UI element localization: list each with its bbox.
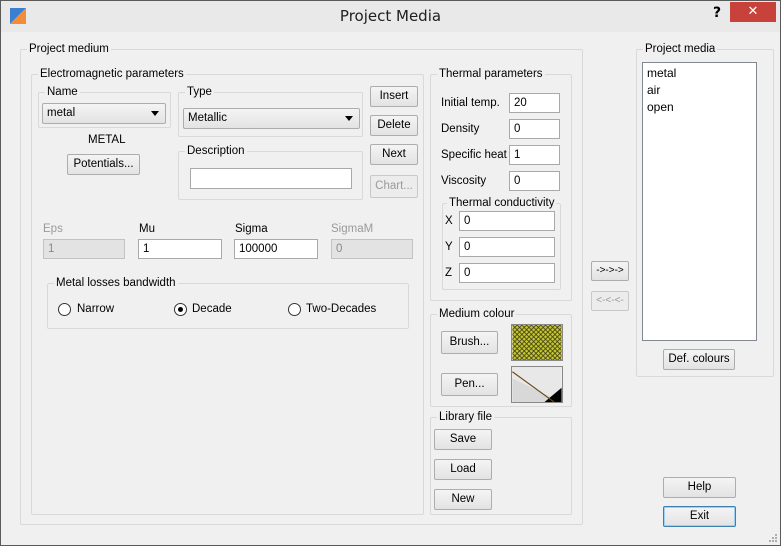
radio-narrow-label[interactable]: Narrow	[77, 303, 114, 315]
metal-losses-title: Metal losses bandwidth	[54, 276, 178, 290]
sigma-label: Sigma	[235, 223, 268, 235]
brush-swatch[interactable]	[511, 324, 563, 361]
conductivity-y-input[interactable]: 0	[459, 237, 555, 257]
medium-colour-title: Medium colour	[437, 307, 517, 321]
brush-button[interactable]: Brush...	[441, 331, 498, 354]
chart-button[interactable]: Chart...	[370, 175, 418, 198]
conductivity-x-label: X	[445, 215, 453, 227]
radio-two-decades[interactable]	[288, 303, 301, 316]
sigma-input[interactable]: 100000	[234, 239, 318, 259]
name-select[interactable]: metal	[42, 103, 166, 124]
specific-heat-input[interactable]: 1	[509, 145, 560, 165]
conductivity-y-label: Y	[445, 241, 453, 253]
sigmam-input[interactable]: 0	[331, 239, 413, 259]
type-select[interactable]: Metallic	[183, 108, 360, 129]
conductivity-x-input[interactable]: 0	[459, 211, 555, 231]
eps-input[interactable]: 1	[43, 239, 125, 259]
name-label: Name	[45, 85, 80, 99]
save-button[interactable]: Save	[434, 429, 492, 450]
window-title: Project Media	[339, 7, 442, 25]
initial-temp-label: Initial temp.	[441, 97, 500, 109]
mu-label: Mu	[139, 223, 155, 235]
new-button[interactable]: New	[434, 489, 492, 510]
chevron-down-icon	[345, 116, 353, 121]
radio-decade[interactable]	[174, 303, 187, 316]
exit-button[interactable]: Exit	[663, 506, 736, 527]
insert-button[interactable]: Insert	[370, 86, 418, 107]
viscosity-input[interactable]: 0	[509, 171, 560, 191]
type-label: Type	[185, 85, 214, 99]
title-bar: Project Media ? ✕	[1, 1, 780, 32]
project-media-list[interactable]: metal air open	[642, 62, 757, 341]
initial-temp-input[interactable]: 20	[509, 93, 560, 113]
radio-decade-label[interactable]: Decade	[192, 303, 232, 315]
description-input[interactable]	[190, 168, 352, 189]
description-label: Description	[185, 144, 247, 158]
help-question-button[interactable]: ?	[707, 3, 727, 23]
viscosity-label: Viscosity	[441, 175, 487, 187]
project-medium-title: Project medium	[27, 42, 111, 56]
pen-button[interactable]: Pen...	[441, 373, 498, 396]
help-button[interactable]: Help	[663, 477, 736, 498]
conductivity-z-input[interactable]: 0	[459, 263, 555, 283]
eps-label: Eps	[43, 223, 63, 235]
remove-from-project-button[interactable]: <-<-<-	[591, 291, 629, 311]
delete-button[interactable]: Delete	[370, 115, 418, 136]
add-to-project-button[interactable]: ->->->	[591, 261, 629, 281]
specific-heat-label: Specific heat	[441, 149, 507, 161]
radio-narrow[interactable]	[58, 303, 71, 316]
project-media-title: Project media	[643, 42, 718, 56]
def-colours-button[interactable]: Def. colours	[663, 349, 735, 370]
em-parameters-title: Electromagnetic parameters	[38, 67, 186, 81]
pen-swatch[interactable]	[511, 366, 563, 403]
potentials-button[interactable]: Potentials...	[67, 154, 140, 175]
list-item[interactable]: air	[647, 83, 660, 97]
thermal-parameters-title: Thermal parameters	[437, 67, 545, 81]
density-input[interactable]: 0	[509, 119, 560, 139]
thermal-conductivity-title: Thermal conductivity	[447, 196, 557, 210]
resize-grip-icon[interactable]	[768, 533, 778, 543]
project-media-dialog: Project Media ? ✕ Project medium Electro…	[0, 0, 781, 546]
radio-two-decades-label[interactable]: Two-Decades	[306, 303, 376, 315]
list-item[interactable]: open	[647, 100, 674, 114]
chevron-down-icon	[151, 111, 159, 116]
load-button[interactable]: Load	[434, 459, 492, 480]
sigmam-label: SigmaM	[331, 223, 374, 235]
conductivity-z-label: Z	[445, 267, 453, 279]
library-file-title: Library file	[437, 410, 495, 424]
close-button[interactable]: ✕	[730, 2, 776, 22]
next-button[interactable]: Next	[370, 144, 418, 165]
medium-kind-label: METAL	[88, 134, 126, 146]
density-label: Density	[441, 123, 480, 135]
list-item[interactable]: metal	[647, 66, 676, 80]
mu-input[interactable]: 1	[138, 239, 222, 259]
